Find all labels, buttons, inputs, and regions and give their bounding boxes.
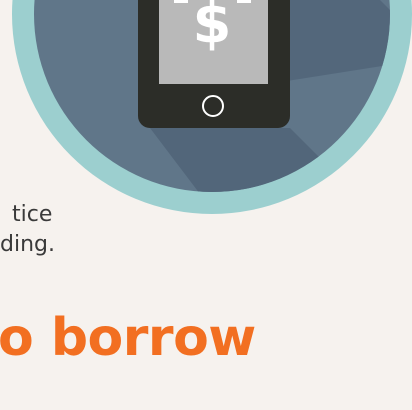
body-line-1: tice xyxy=(12,202,53,227)
phone-icon: $ xyxy=(138,0,290,128)
bill-stripe-left xyxy=(174,0,188,3)
phone-illustration: $ xyxy=(12,0,412,214)
dollar-icon: $ xyxy=(193,0,232,56)
bill-stripe-right xyxy=(237,0,251,3)
section-heading: o borrow xyxy=(0,308,256,368)
body-line-2: ding. xyxy=(0,232,55,257)
body-text: tice ding. xyxy=(0,200,55,260)
